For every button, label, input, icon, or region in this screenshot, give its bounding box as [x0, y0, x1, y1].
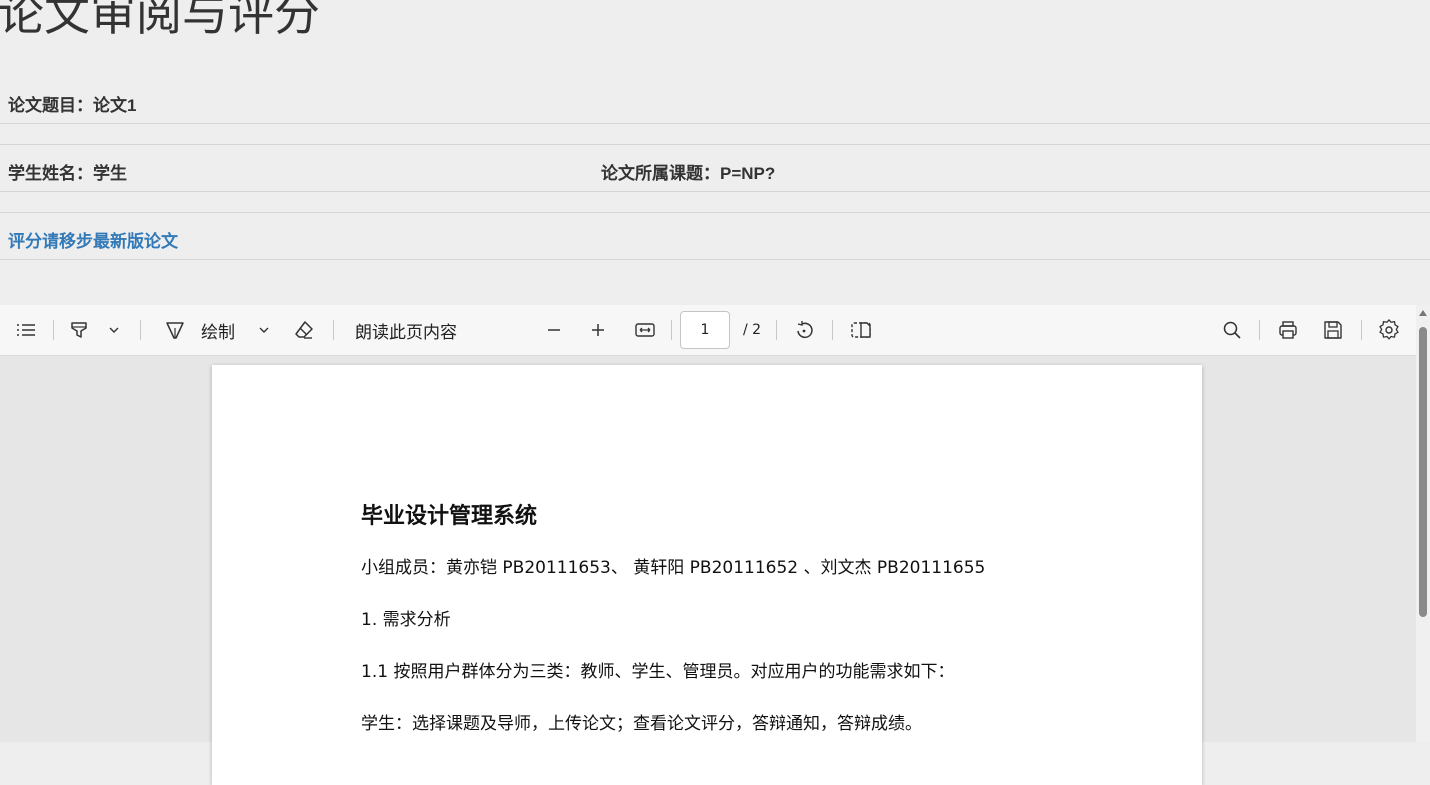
search-button[interactable] [1218, 305, 1246, 355]
contents-button[interactable] [12, 305, 40, 355]
draw-icon [164, 319, 186, 341]
paper-title-row: 论文题目：论文1 [0, 77, 1430, 124]
chevron-down-icon [258, 324, 270, 336]
rotate-icon [793, 319, 815, 341]
toolbar-divider [671, 320, 672, 340]
page-total-label: / 2 [742, 322, 762, 338]
toolbar-divider [776, 320, 777, 340]
print-button[interactable] [1274, 305, 1302, 355]
document-title: 毕业设计管理系统 [361, 504, 538, 529]
document-paragraph: 学生：选择课题及导师，上传论文；查看论文评分，答辩通知，答辩成绩。 [361, 714, 922, 734]
save-icon [1322, 319, 1344, 341]
eraser-icon [293, 319, 315, 341]
toolbar-divider [832, 320, 833, 340]
document-paragraph: 1.1 按照用户群体分为三类：教师、学生、管理员。对应用户的功能需求如下： [361, 662, 955, 682]
latest-version-link[interactable]: 评分请移步最新版论文 [8, 227, 178, 252]
draw-label: 绘制 [201, 322, 235, 343]
pdf-toolbar: 绘制 朗读此页内容 1 / 2 [0, 305, 1430, 356]
fit-width-icon [634, 321, 656, 339]
toolbar-divider [333, 320, 334, 340]
highlight-button[interactable] [66, 305, 92, 355]
page-title: 论文审阅与评分 [0, 0, 320, 40]
chevron-down-icon [108, 324, 120, 336]
scrollbar-thumb[interactable] [1419, 327, 1427, 617]
zoom-in-button[interactable] [585, 305, 611, 355]
toolbar-divider [140, 320, 141, 340]
read-aloud-label: 朗读此页内容 [355, 322, 457, 343]
pdf-scrollbar[interactable] [1416, 305, 1430, 742]
draw-options-button[interactable] [254, 305, 274, 355]
toolbar-divider [53, 320, 54, 340]
save-button[interactable] [1319, 305, 1347, 355]
zoom-out-button[interactable] [541, 305, 567, 355]
toolbar-divider [1259, 320, 1260, 340]
draw-button[interactable] [160, 305, 190, 355]
print-icon [1277, 319, 1299, 341]
paper-title-text: 论文题目：论文1 [8, 96, 137, 115]
toolbar-divider [1361, 320, 1362, 340]
document-section-heading: 1. 需求分析 [361, 610, 451, 630]
page-total: / 2 [738, 305, 766, 355]
zoom-in-icon [589, 321, 607, 339]
two-page-icon [850, 320, 872, 340]
highlight-icon [68, 319, 90, 341]
contents-icon [15, 321, 37, 339]
fit-width-button[interactable] [631, 305, 659, 355]
settings-icon [1378, 319, 1400, 341]
pdf-viewer: 绘制 朗读此页内容 1 / 2 毕业设计管理系统 小组成员：黄亦铠 PB2011… [0, 305, 1430, 785]
highlight-options-button[interactable] [104, 305, 124, 355]
read-aloud-button[interactable]: 朗读此页内容 [348, 305, 464, 355]
topic-text: 论文所属课题：P=NP? [601, 164, 776, 183]
eraser-button[interactable] [290, 305, 318, 355]
draw-label-button[interactable]: 绘制 [196, 305, 240, 355]
student-info-row: 学生姓名：学生 论文所属课题：P=NP? [0, 145, 1430, 192]
settings-button[interactable] [1375, 305, 1403, 355]
student-name-text: 学生姓名：学生 [8, 164, 127, 183]
zoom-out-icon [545, 321, 563, 339]
latest-link-row: 评分请移步最新版论文 [0, 213, 1430, 260]
rotate-button[interactable] [790, 305, 818, 355]
page-view-button[interactable] [847, 305, 875, 355]
page-number-input[interactable]: 1 [680, 311, 730, 349]
pdf-page: 毕业设计管理系统 小组成员：黄亦铠 PB20111653、 黄轩阳 PB2011… [212, 365, 1202, 785]
scroll-up-arrow[interactable] [1419, 310, 1427, 316]
search-icon [1222, 320, 1242, 340]
document-members: 小组成员：黄亦铠 PB20111653、 黄轩阳 PB20111652 、刘文杰… [361, 558, 986, 578]
